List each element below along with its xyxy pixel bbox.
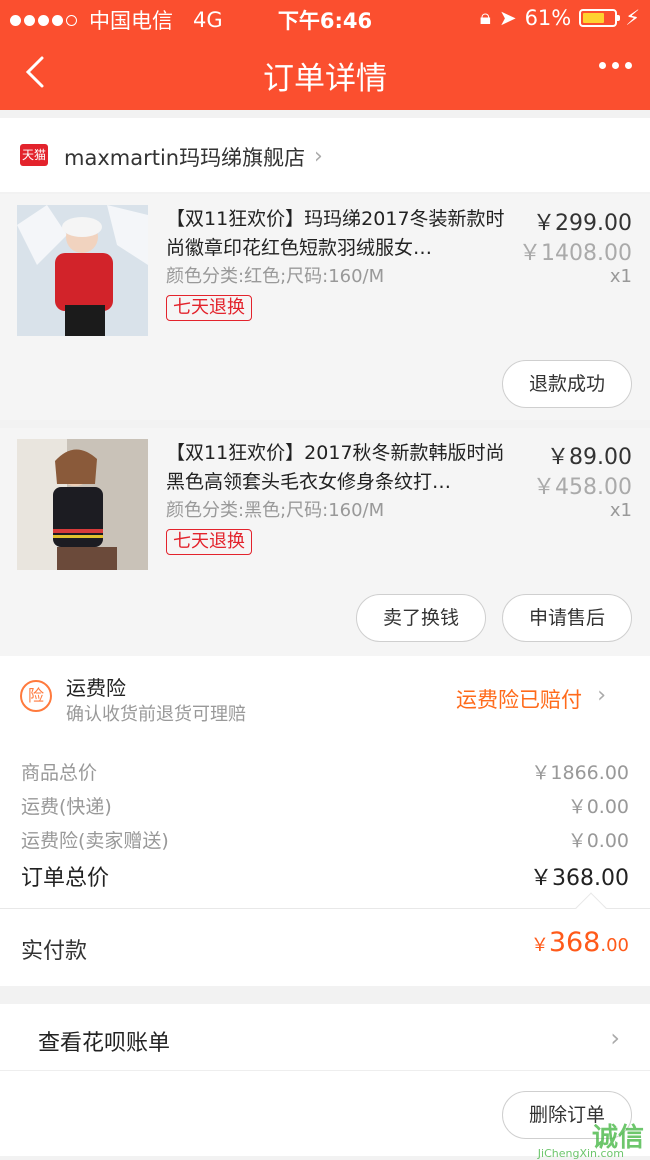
nav-bar: 订单详情 bbox=[0, 36, 650, 110]
insurance-icon: 险 bbox=[20, 680, 52, 712]
product-title: 【双11狂欢价】2017秋冬新款韩版时尚黑色高领套头毛衣女修身条纹打… bbox=[166, 442, 505, 493]
bottom-action-bar: 删除订单 诚信 JiChengXin.com bbox=[0, 1070, 650, 1160]
page-title: 订单详情 bbox=[263, 61, 387, 97]
order-total-value: ￥368.00 bbox=[530, 866, 629, 891]
actual-payment-amount: ￥368.00 bbox=[531, 927, 629, 958]
watermark: 诚信 JiChengXin.com bbox=[538, 1117, 644, 1160]
more-button[interactable] bbox=[599, 62, 632, 69]
sku-info: 颜色分类:红色;尺码:160/M bbox=[166, 266, 385, 287]
shop-name: maxmartin玛玛绨旗舰店 bbox=[64, 146, 306, 170]
view-huabei-bill[interactable]: 查看花呗账单 › bbox=[0, 1004, 650, 1070]
apply-after-sale-button[interactable]: 申请售后 bbox=[502, 594, 632, 642]
more-icon bbox=[599, 62, 606, 69]
order-item[interactable]: 【双11狂欢价】2017秋冬新款韩版时尚黑色高领套头毛衣女修身条纹打… ￥89.… bbox=[0, 428, 650, 656]
product-price: ￥89.00 bbox=[547, 445, 632, 470]
goods-total-value: ￥1866.00 bbox=[531, 762, 629, 784]
return-policy-badge: 七天退换 bbox=[166, 295, 252, 321]
chevron-right-icon: › bbox=[314, 144, 323, 169]
order-total-row: 订单总价 ￥368.00 bbox=[21, 860, 629, 892]
actual-payment: 实付款 ￥368.00 bbox=[0, 892, 650, 986]
battery-percent: 61% bbox=[524, 5, 572, 30]
insurance-fee-row: 运费险(卖家赠送) ￥0.00 bbox=[21, 826, 629, 853]
original-price: ￥1408.00 bbox=[519, 241, 632, 266]
sku-info: 颜色分类:黑色;尺码:160/M bbox=[166, 500, 385, 521]
amount-integer: 368 bbox=[548, 927, 601, 958]
insurance-subtitle: 确认收货前退货可理赔 bbox=[66, 704, 246, 725]
quantity: x1 bbox=[609, 500, 632, 521]
huabei-label: 查看花呗账单 bbox=[38, 1031, 171, 1056]
insurance-fee-value: ￥0.00 bbox=[567, 830, 629, 852]
original-price: ￥458.00 bbox=[533, 475, 632, 500]
rotation-lock-icon: 🔒︎ bbox=[479, 5, 491, 29]
shipping-insurance[interactable]: 险 运费险 确认收货前退货可理赔 运费险已赔付 › bbox=[0, 656, 650, 736]
status-right: 🔒︎ ➤ 61% ⚡︎ bbox=[480, 5, 640, 30]
watermark-url: JiChengXin.com bbox=[537, 1147, 624, 1160]
sell-for-cash-button[interactable]: 卖了换钱 bbox=[356, 594, 486, 642]
return-policy-badge: 七天退换 bbox=[166, 529, 252, 555]
shipping-label: 运费(快递) bbox=[21, 796, 112, 818]
chevron-right-icon: › bbox=[610, 1024, 620, 1052]
insurance-status: 运费险已赔付 bbox=[456, 688, 582, 712]
shipping-value: ￥0.00 bbox=[567, 796, 629, 818]
product-image[interactable] bbox=[17, 439, 148, 570]
currency-symbol: ￥ bbox=[530, 935, 549, 956]
order-item[interactable]: 【双11狂欢价】玛玛绨2017冬装新款时尚徽章印花红色短款羽绒服女… ￥299.… bbox=[0, 194, 650, 420]
location-icon: ➤ bbox=[498, 5, 517, 30]
order-total-label: 订单总价 bbox=[21, 866, 110, 891]
goods-total-row: 商品总价 ￥1866.00 bbox=[21, 758, 629, 785]
tmall-icon: 天猫 bbox=[20, 144, 48, 166]
insurance-fee-label: 运费险(卖家赠送) bbox=[21, 830, 169, 852]
product-title: 【双11狂欢价】玛玛绨2017冬装新款时尚徽章印花红色短款羽绒服女… bbox=[166, 208, 505, 259]
price-summary: 商品总价 ￥1866.00 运费(快递) ￥0.00 运费险(卖家赠送) ￥0.… bbox=[0, 736, 650, 908]
chevron-right-icon: › bbox=[597, 683, 606, 708]
shipping-row: 运费(快递) ￥0.00 bbox=[21, 792, 629, 819]
product-price: ￥299.00 bbox=[533, 211, 632, 236]
product-image[interactable] bbox=[17, 205, 148, 336]
amount-decimal: .00 bbox=[600, 935, 629, 956]
battery-icon bbox=[579, 8, 621, 27]
quantity: x1 bbox=[609, 266, 632, 287]
actual-payment-label: 实付款 bbox=[21, 939, 88, 964]
refund-status-button[interactable]: 退款成功 bbox=[502, 360, 632, 408]
charging-icon: ⚡︎ bbox=[625, 5, 640, 30]
goods-total-label: 商品总价 bbox=[21, 762, 98, 784]
insurance-title: 运费险 bbox=[66, 676, 126, 700]
shop-header[interactable]: 天猫 maxmartin玛玛绨旗舰店 › bbox=[0, 118, 650, 192]
status-bar: 中国电信 4G 下午6:46 🔒︎ ➤ 61% ⚡︎ bbox=[0, 0, 650, 36]
